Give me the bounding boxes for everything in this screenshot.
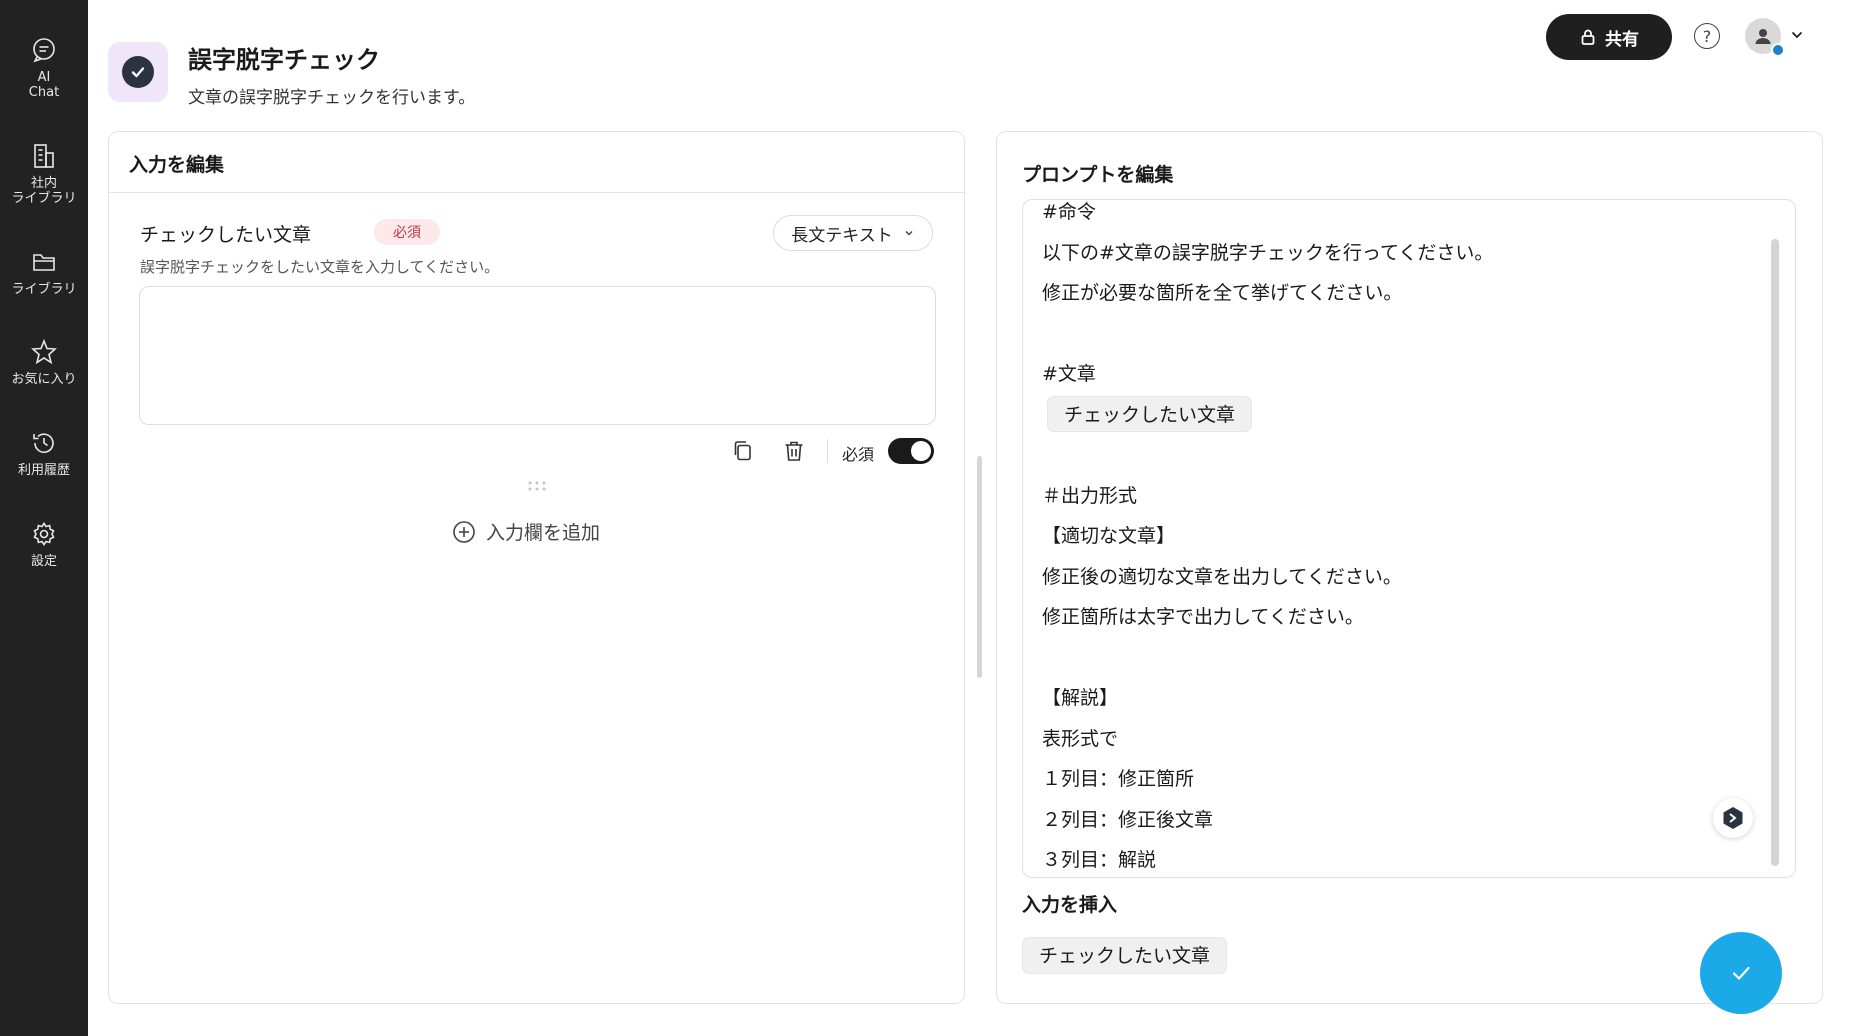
chat-icon — [33, 38, 55, 63]
trash-icon[interactable] — [782, 439, 806, 463]
add-field-label: 入力欄を追加 — [486, 522, 601, 544]
field-type-select[interactable]: 長文テキスト — [773, 215, 933, 251]
prompt-editor-title: プロンプトを編集 — [1022, 164, 1174, 186]
sidebar: AI Chat 社内 ライブラリ ライブラリ お気に入り 利用履歴 設定 — [0, 0, 88, 1036]
prompt-line: チェックしたい文章 — [1042, 395, 1742, 436]
field-text-area[interactable] — [139, 286, 936, 425]
prompt-text-area[interactable]: #命令 以下の#文章の誤字脱字チェックを行ってください。 修正が必要な箇所を全て… — [1022, 199, 1796, 878]
prompt-line: 修正が必要な箇所を全て挙げてください。 — [1042, 282, 1403, 304]
chevron-down-icon — [905, 230, 913, 236]
sidebar-item-label: 設定 — [30, 554, 57, 569]
prompt-line: ２列目：修正後文章 — [1042, 808, 1214, 831]
sidebar-item-ai-chat[interactable]: AI Chat — [0, 36, 88, 100]
user-icon — [1755, 29, 1771, 44]
building-icon — [34, 144, 54, 168]
admin-badge-icon — [1771, 43, 1785, 57]
prompt-line: 【適切な文章】 — [1042, 525, 1176, 547]
prompt-line: ３列目：解説 — [1042, 849, 1157, 871]
prompt-line: ＃出力形式 — [1042, 484, 1138, 507]
prompt-line: #文章 — [1042, 363, 1096, 385]
prompt-line: １列目：修正箇所 — [1042, 768, 1195, 790]
chevron-down-icon[interactable] — [1790, 28, 1804, 42]
page-title: 誤字脱字チェック — [188, 46, 380, 74]
input-editor-title: 入力を編集 — [129, 154, 225, 176]
sidebar-item-label: AI Chat — [28, 70, 60, 100]
star-icon — [31, 338, 57, 365]
sidebar-item-label: 利用履歴 — [17, 463, 70, 478]
prompt-line: #命令 — [1042, 201, 1096, 223]
prompt-line: 【解説】 — [1042, 687, 1119, 709]
help-icon[interactable]: ? — [1694, 23, 1720, 49]
sidebar-item-label: お気に入り — [11, 372, 77, 387]
field-type-value: 長文テキスト — [791, 225, 893, 246]
sidebar-item-favorites[interactable]: お気に入り — [0, 338, 88, 387]
prompt-line: 表形式で — [1042, 727, 1119, 750]
toolbar-divider — [827, 439, 828, 463]
sidebar-item-company-library[interactable]: 社内 ライブラリ — [0, 142, 88, 206]
folder-icon — [33, 254, 55, 271]
prompt-line: 以下の#文章の誤字脱字チェックを行ってください。 — [1042, 241, 1494, 264]
prompt-variable-chip[interactable]: チェックしたい文章 — [1047, 395, 1253, 432]
required-badge: 必須 — [374, 219, 440, 245]
required-toggle-label: 必須 — [842, 445, 875, 464]
input-editor-header: 入力を編集 — [109, 132, 964, 193]
sidebar-item-library[interactable]: ライブラリ — [0, 248, 88, 297]
panel-resize-handle[interactable] — [977, 456, 982, 678]
insert-input-chip[interactable]: チェックしたい文章 — [1022, 937, 1228, 974]
app-icon — [108, 42, 168, 102]
prompt-editor-panel: プロンプトを編集 #命令 以下の#文章の誤字脱字チェックを行ってください。 修正… — [996, 131, 1823, 1004]
sidebar-item-label: 社内 ライブラリ — [11, 176, 77, 206]
share-button[interactable]: 共有 — [1546, 14, 1672, 60]
field-label[interactable]: チェックしたい文章 — [140, 220, 311, 247]
ai-assist-icon — [1723, 807, 1743, 829]
copy-icon[interactable] — [731, 439, 755, 463]
input-editor-panel: 入力を編集 チェックしたい文章 必須 長文テキスト 誤字脱字チェックをしたい文章… — [108, 131, 965, 1004]
prompt-line: 修正箇所は太字で出力してください。 — [1042, 606, 1364, 628]
share-label: 共有 — [1605, 29, 1639, 50]
prompt-scrollbar[interactable] — [1771, 239, 1779, 866]
page-description: 文章の誤字脱字チェックを行います。 — [188, 88, 476, 108]
plus-circle-icon — [453, 520, 475, 543]
prompt-lines: #命令 以下の#文章の誤字脱字チェックを行ってください。 修正が必要な箇所を全て… — [1042, 200, 1742, 877]
prompt-line — [1042, 314, 1742, 355]
check-icon — [1732, 966, 1750, 980]
sidebar-item-settings[interactable]: 設定 — [0, 520, 88, 569]
ai-assist-button[interactable] — [1713, 798, 1753, 838]
confirm-button[interactable] — [1700, 932, 1782, 1014]
prompt-line — [1042, 638, 1742, 679]
lock-icon — [1581, 29, 1595, 45]
history-icon — [33, 433, 54, 453]
field-description[interactable]: 誤字脱字チェックをしたい文章を入力してください。 — [140, 256, 499, 277]
sidebar-item-label: ライブラリ — [11, 282, 77, 297]
required-toggle[interactable] — [888, 438, 934, 464]
check-circle-icon — [122, 56, 154, 88]
toggle-knob — [911, 441, 931, 461]
add-field-button[interactable]: 入力欄を追加 — [452, 518, 600, 545]
insert-input-title: 入力を挿入 — [1022, 894, 1118, 916]
prompt-line: 修正後の適切な文章を出力してください。 — [1042, 565, 1402, 588]
sidebar-item-history[interactable]: 利用履歴 — [0, 429, 88, 478]
gear-icon — [33, 522, 55, 546]
prompt-line — [1042, 435, 1742, 476]
drag-handle-icon[interactable] — [525, 480, 549, 492]
